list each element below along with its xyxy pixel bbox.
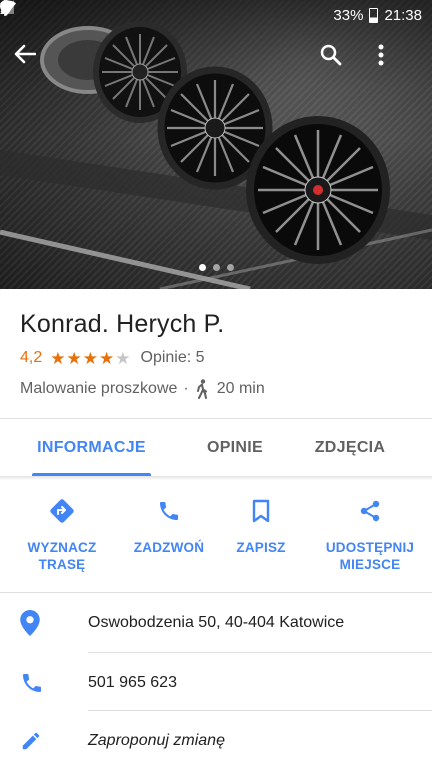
- tab-informacje[interactable]: INFORMACJE: [32, 420, 151, 476]
- back-button[interactable]: [14, 44, 54, 84]
- rating-value: 4,2: [20, 349, 43, 366]
- directions-button[interactable]: WYZNACZ TRASĘ: [8, 492, 116, 573]
- bookmark-icon: [251, 492, 271, 530]
- share-icon: [358, 492, 382, 530]
- divider: [88, 710, 432, 711]
- phone-icon: [0, 671, 88, 695]
- pager-dot[interactable]: [198, 264, 206, 271]
- battery-icon: [369, 7, 379, 23]
- directions-label: WYZNACZ TRASĘ: [27, 540, 97, 572]
- tab-zdjecia[interactable]: ZDJĘCIA: [300, 420, 400, 476]
- divider: [0, 418, 432, 419]
- directions-icon: [49, 492, 75, 530]
- clock: 21:38: [384, 6, 422, 24]
- tab-bar-shadow: [0, 476, 432, 480]
- photo-pager-dots: [0, 264, 432, 271]
- share-button[interactable]: UDOSTĘPNIJ MIEJSCE: [316, 492, 424, 573]
- wheels-photo-illustration: [0, 21, 432, 289]
- battery-percent: 33%: [333, 6, 364, 24]
- action-buttons: WYZNACZ TRASĘ ZADZWOŃ ZAPISZ UDOSTĘPNIJ …: [0, 492, 432, 587]
- divider: [88, 652, 432, 653]
- search-button[interactable]: [320, 44, 360, 84]
- category-row: Malowanie proszkowe · 20 min: [20, 378, 265, 400]
- phone-icon: [157, 492, 181, 530]
- phone-text: 501 965 623: [88, 674, 177, 691]
- save-label: ZAPISZ: [236, 540, 286, 555]
- tab-opinie[interactable]: OPINIE: [180, 420, 290, 476]
- star-full-icon: ★: [82, 348, 98, 368]
- call-label: ZADZWOŃ: [133, 540, 205, 555]
- walk-time: 20 min: [216, 380, 265, 397]
- rating-stars: ★ ★ ★ ★ ★: [50, 350, 130, 367]
- suggest-edit-row[interactable]: Zaproponuj zmianę: [0, 712, 432, 768]
- rating-row[interactable]: 4,2 ★ ★ ★ ★ ★ Opinie: 5: [20, 347, 205, 369]
- edit-pencil-icon: [0, 730, 88, 752]
- address-text: Oswobodzenia 50, 40-404 Katowice: [88, 614, 345, 631]
- tab-bar: INFORMACJE OPINIE ZDJĘCIA: [0, 420, 432, 476]
- place-photo[interactable]: 33% 21:38: [0, 0, 432, 289]
- star-empty-icon: ★: [115, 348, 131, 368]
- separator: ·: [183, 380, 189, 397]
- divider: [0, 592, 432, 593]
- address-row[interactable]: Oswobodzenia 50, 40-404 Katowice: [0, 594, 432, 652]
- star-full-icon: ★: [50, 348, 66, 368]
- star-full-icon: ★: [66, 348, 82, 368]
- location-pin-icon: [0, 610, 88, 636]
- pager-dot[interactable]: [226, 264, 234, 271]
- share-label: UDOSTĘPNIJ MIEJSCE: [325, 540, 415, 572]
- place-category: Malowanie proszkowe: [20, 380, 178, 397]
- place-title: Konrad. Herych P.: [20, 310, 225, 338]
- save-button[interactable]: ZAPISZ: [207, 492, 315, 556]
- suggest-edit-text: Zaproponuj zmianę: [88, 732, 225, 749]
- star-full-icon: ★: [99, 348, 115, 368]
- phone-row[interactable]: 501 965 623: [0, 654, 432, 712]
- pager-dot[interactable]: [212, 264, 220, 271]
- review-count: Opinie: 5: [140, 349, 205, 366]
- walking-icon: [195, 379, 209, 399]
- status-bar: 33% 21:38: [0, 0, 432, 30]
- overflow-menu-button[interactable]: [378, 44, 418, 84]
